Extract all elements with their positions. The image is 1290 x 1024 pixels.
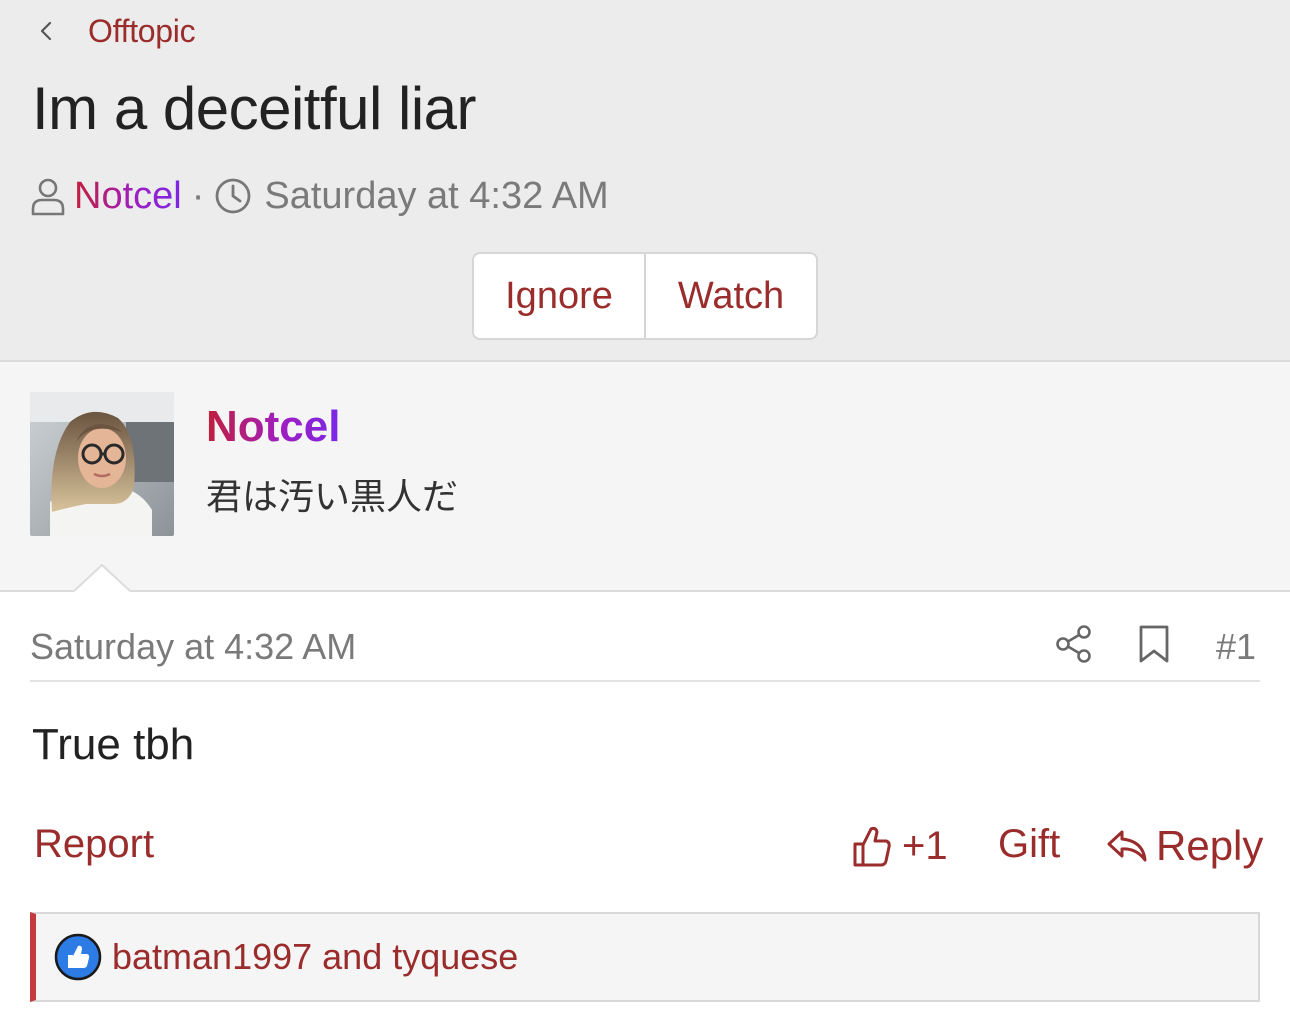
chevron-left-icon[interactable]: [36, 20, 58, 42]
post-number-link[interactable]: #1: [1216, 626, 1256, 668]
reactions-users[interactable]: batman1997 and tyquese: [112, 936, 518, 978]
breadcrumb-link[interactable]: Offtopic: [88, 13, 196, 50]
report-link[interactable]: Report: [34, 822, 154, 867]
post-author-block: Notcel 君は汚い黒人だ: [0, 362, 1290, 592]
share-icon[interactable]: [1054, 624, 1094, 664]
like-button[interactable]: +1: [852, 820, 948, 872]
thread-author-link[interactable]: Notcel: [74, 175, 182, 218]
thread-title: Im a deceitful liar: [32, 75, 477, 142]
post-meta-bar: Saturday at 4:32 AM #1: [30, 620, 1260, 682]
thread-meta: Notcel · Saturday at 4:32 AM: [30, 172, 609, 220]
thread-timestamp[interactable]: Saturday at 4:32 AM: [264, 175, 608, 218]
user-icon: [31, 178, 65, 216]
avatar[interactable]: [30, 392, 174, 536]
reply-label: Reply: [1156, 822, 1264, 869]
thumbs-up-icon: [853, 826, 891, 867]
reply-icon: [1107, 830, 1147, 862]
thread-header: Offtopic Im a deceitful liar Notcel · Sa…: [0, 0, 1290, 362]
post-body: True tbh: [32, 720, 195, 769]
post-actions: Report +1 Gift Reply: [34, 820, 1263, 876]
user-title: 君は汚い黒人だ: [206, 476, 459, 517]
meta-separator: ·: [191, 174, 205, 217]
like-count: +1: [902, 823, 948, 868]
watch-button[interactable]: Watch: [644, 254, 816, 338]
clock-icon: [215, 178, 251, 214]
breadcrumb[interactable]: Offtopic: [36, 10, 196, 52]
post-author-name[interactable]: Notcel: [206, 402, 340, 452]
gift-link[interactable]: Gift: [998, 822, 1060, 867]
post-date[interactable]: Saturday at 4:32 AM: [30, 626, 356, 668]
avatar-image: [30, 392, 174, 536]
thread-action-buttons: Ignore Watch: [472, 252, 818, 340]
ignore-button[interactable]: Ignore: [474, 254, 644, 338]
reactions-bar: batman1997 and tyquese: [30, 912, 1260, 1002]
like-reaction-icon: [54, 933, 102, 981]
author-pointer-arrow: [74, 564, 130, 592]
bookmark-icon[interactable]: [1138, 624, 1170, 664]
reply-button[interactable]: Reply: [1106, 820, 1263, 872]
